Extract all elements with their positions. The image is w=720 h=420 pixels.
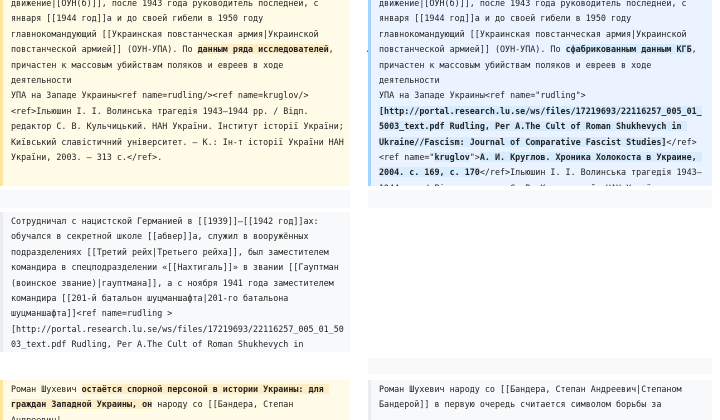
diff-line: января [[1944 год]]а и до своей гибели в…	[11, 13, 264, 24]
diff-line: главнокомандующий [[Украинская повстанче…	[379, 28, 687, 39]
diff-line: Роман Шухевич народу со [[Бандера, Степа…	[379, 384, 687, 410]
diff-spacer	[368, 358, 712, 374]
diff-line: января [[1944 год]]а и до своей гибели в…	[379, 13, 632, 24]
diff-context-cell: Сотрудничал с нацистской Германией в [[1…	[0, 212, 350, 352]
diff-deleted-cell: движение|[ОУН(б)]], после 1943 года руко…	[0, 0, 350, 186]
diff-line: УПА на Западе Украины<ref name="rudling"…	[379, 90, 586, 101]
diff-line: Роман Шухевич остаётся спорной персоной …	[11, 384, 329, 420]
diff-line: причастен к массовым убийствам поляков и…	[379, 59, 657, 86]
diff-line: повстанческой армией]] (ОУН-УПА). По сфа…	[379, 44, 697, 55]
diff-line: УПА на Западе Украины<ref name=rudling/>…	[11, 90, 309, 101]
diff-line: редактор С. В. Кульчицький. НАН України.…	[11, 121, 344, 132]
diff-line: повстанческой армией]] (ОУН-УПА). По дан…	[11, 44, 334, 55]
diff-line: причастен к массовым убийствам поляков и…	[11, 59, 289, 86]
diff-line: главнокомандующий [[Украинская повстанче…	[11, 28, 319, 39]
deleted-text: данным ряда исследователей	[197, 44, 329, 55]
diff-line: [http://portal.research.lu.se/ws/files/1…	[379, 105, 702, 186]
diff-line: України, 2003. — 313 с.</ref>.	[11, 152, 163, 163]
added-text: сфабрикованным данным КГБ	[565, 44, 692, 55]
diff-line: движение|[ОУН(б)]], после 1943 года руко…	[379, 0, 687, 8]
diff-deleted-cell: Роман Шухевич остаётся спорной персоной …	[0, 380, 350, 420]
diff-spacer	[368, 190, 712, 208]
diff-line: Київський славістичний університет. — К.…	[11, 136, 344, 147]
diff-context-cell: Роман Шухевич народу со [[Бандера, Степа…	[368, 380, 712, 420]
diff-spacer	[0, 190, 350, 208]
added-text: [http://portal.research.lu.se/ws/files/1…	[379, 105, 702, 147]
diff-line: движение|[ОУН(б)]], после 1943 года руко…	[11, 0, 319, 8]
added-text: kruglov	[434, 152, 470, 163]
diff-line: <ref>Ільюшин І. І. Волинська трагедія 19…	[11, 105, 309, 116]
diff-added-cell: движение|[ОУН(б)]], после 1943 года руко…	[368, 0, 712, 186]
diff-line: Сотрудничал с нацистской Германией в [[1…	[11, 216, 344, 350]
